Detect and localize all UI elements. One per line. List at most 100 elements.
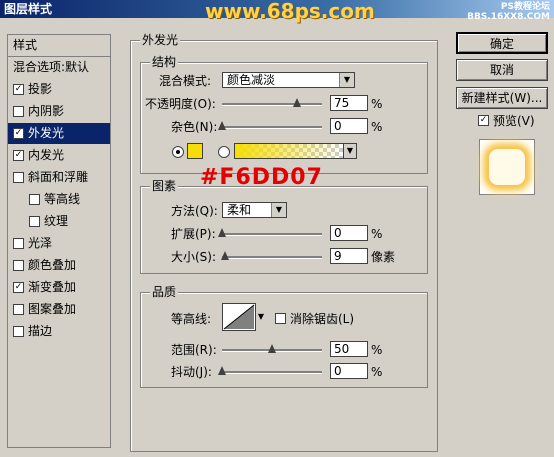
chevron-down-icon: ▼ <box>271 203 286 217</box>
style-item-texture[interactable]: 纹理 <box>8 211 110 232</box>
range-input[interactable]: 50 <box>330 341 368 357</box>
style-item-label: 图案叠加 <box>28 302 77 316</box>
gradient-picker[interactable] <box>234 143 344 159</box>
chevron-down-icon: ▼ <box>344 144 356 158</box>
style-item-label: 外发光 <box>28 126 65 140</box>
contour-picker[interactable] <box>222 303 256 331</box>
new-style-button[interactable]: 新建样式(W)... <box>456 87 548 109</box>
spread-slider-thumb[interactable] <box>218 228 226 237</box>
noise-slider[interactable] <box>218 121 322 130</box>
watermark: www.68ps.com <box>205 0 375 23</box>
style-checkbox[interactable] <box>13 326 24 337</box>
spread-label: 扩展(P): <box>171 227 216 241</box>
styles-header-label: 样式 <box>13 38 38 52</box>
gradient-radio[interactable] <box>218 146 230 158</box>
style-preview <box>479 139 535 195</box>
style-item-inner-glow[interactable]: ✓ 内发光 <box>8 145 110 166</box>
style-checkbox[interactable]: ✓ <box>13 128 24 139</box>
preview-label: 预览(V) <box>493 114 535 128</box>
style-item-label: 斜面和浮雕 <box>28 170 89 184</box>
style-item-label: 渐变叠加 <box>28 280 77 294</box>
style-item-label: 光泽 <box>28 236 53 250</box>
range-unit: % <box>371 343 383 357</box>
style-checkbox[interactable]: ✓ <box>13 84 24 95</box>
method-label: 方法(Q): <box>171 204 218 218</box>
noise-slider-thumb[interactable] <box>218 121 226 130</box>
style-item-blending-options[interactable]: 混合选项:默认 <box>8 57 110 78</box>
antialias-checkbox[interactable] <box>275 313 286 324</box>
contour-curve-icon <box>223 304 255 330</box>
style-item-stroke[interactable]: 描边 <box>8 321 110 342</box>
style-item-gradient-overlay[interactable]: ✓ 渐变叠加 <box>8 277 110 298</box>
watermark-small: PS教程论坛 BBS.16XX8.COM <box>467 2 550 22</box>
style-checkbox[interactable] <box>13 106 24 117</box>
range-slider-thumb[interactable] <box>268 344 276 353</box>
cancel-button[interactable]: 取消 <box>456 59 548 81</box>
style-checkbox[interactable]: ✓ <box>13 282 24 293</box>
style-item-inner-shadow[interactable]: 内阴影 <box>8 101 110 122</box>
opacity-label: 不透明度(O): <box>145 97 216 111</box>
size-unit: 像素 <box>371 250 396 264</box>
spread-input[interactable]: 0 <box>330 225 368 241</box>
noise-label: 杂色(N): <box>171 120 218 134</box>
style-checkbox[interactable] <box>13 238 24 249</box>
style-item-label: 内发光 <box>28 148 65 162</box>
color-radio[interactable] <box>172 146 184 158</box>
style-item-contour[interactable]: 等高线 <box>8 189 110 210</box>
title-bar: 图层样式 www.68ps.com PS教程论坛 BBS.16XX8.COM <box>0 0 554 23</box>
method-select[interactable]: 柔和 ▼ <box>222 202 287 218</box>
style-checkbox[interactable] <box>13 304 24 315</box>
range-label: 范围(R): <box>171 343 217 357</box>
style-checkbox[interactable] <box>13 260 24 271</box>
opacity-slider[interactable] <box>222 98 322 107</box>
style-item-pattern-overlay[interactable]: 图案叠加 <box>8 299 110 320</box>
noise-input[interactable]: 0 <box>330 118 368 134</box>
spread-unit: % <box>371 227 383 241</box>
style-item-color-overlay[interactable]: 颜色叠加 <box>8 255 110 276</box>
elements-title: 图素 <box>150 179 179 193</box>
size-label: 大小(S): <box>171 250 217 264</box>
style-item-label: 描边 <box>28 324 53 338</box>
jitter-input[interactable]: 0 <box>330 363 368 379</box>
style-item-outer-glow[interactable]: ✓ 外发光 <box>8 123 110 144</box>
chevron-down-icon[interactable]: ▼ <box>256 303 266 331</box>
structure-title: 结构 <box>150 55 179 69</box>
jitter-unit: % <box>371 365 383 379</box>
ok-button[interactable]: 确定 <box>456 32 548 54</box>
glow-color-swatch[interactable] <box>187 143 203 159</box>
window-title: 图层样式 <box>4 2 53 16</box>
style-item-label: 内阴影 <box>28 104 65 118</box>
opacity-slider-thumb[interactable] <box>293 98 301 107</box>
size-slider-thumb[interactable] <box>221 251 229 260</box>
noise-unit: % <box>371 120 383 134</box>
style-checkbox[interactable] <box>13 172 24 183</box>
quality-title: 品质 <box>150 285 179 299</box>
style-item-bevel-emboss[interactable]: 斜面和浮雕 <box>8 167 110 188</box>
method-value: 柔和 <box>227 203 252 217</box>
style-item-label: 等高线 <box>44 192 81 206</box>
style-item-label: 混合选项:默认 <box>13 60 90 74</box>
jitter-slider-thumb[interactable] <box>218 366 226 375</box>
range-slider[interactable] <box>222 344 322 353</box>
style-item-satin[interactable]: 光泽 <box>8 233 110 254</box>
spread-slider[interactable] <box>218 228 322 237</box>
preview-checkbox[interactable]: ✓ <box>478 115 489 126</box>
style-checkbox[interactable]: ✓ <box>13 150 24 161</box>
styles-list: 样式 混合选项:默认 ✓ 投影内阴影 ✓ 外发光 ✓ 内发光斜面和浮雕等高线纹理光泽颜色叠加… <box>7 34 111 448</box>
size-input[interactable]: 9 <box>330 248 368 264</box>
style-item-drop-shadow[interactable]: ✓ 投影 <box>8 79 110 100</box>
outer-glow-title: 外发光 <box>140 33 181 47</box>
style-item-label: 颜色叠加 <box>28 258 77 272</box>
size-slider[interactable] <box>221 251 322 260</box>
jitter-slider[interactable] <box>218 366 322 375</box>
style-checkbox[interactable] <box>29 194 40 205</box>
blend-mode-label: 混合模式: <box>159 74 212 88</box>
style-item-label: 纹理 <box>44 214 69 228</box>
style-checkbox[interactable] <box>29 216 40 227</box>
jitter-label: 抖动(J): <box>171 365 212 379</box>
blend-mode-value: 颜色减淡 <box>227 73 276 87</box>
styles-header[interactable]: 样式 <box>8 35 110 57</box>
gradient-dropdown[interactable]: ▼ <box>343 143 357 159</box>
blend-mode-select[interactable]: 颜色减淡 ▼ <box>222 72 355 88</box>
opacity-input[interactable]: 75 <box>330 95 368 111</box>
